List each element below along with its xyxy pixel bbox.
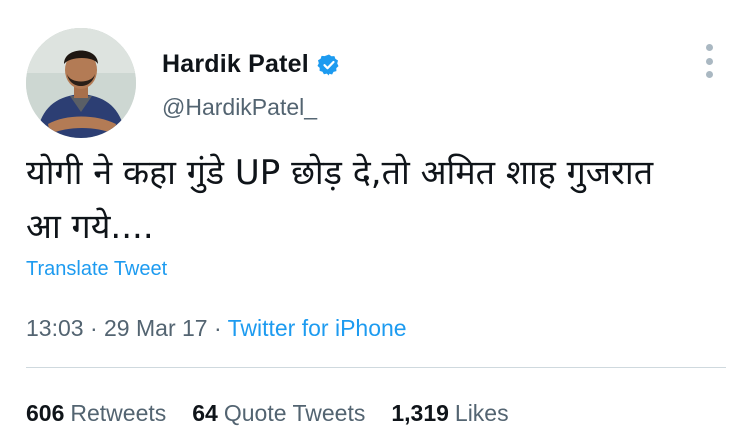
more-dot — [705, 71, 713, 78]
quote-tweets-stat[interactable]: 64 Quote Tweets — [192, 400, 365, 427]
translate-tweet-link[interactable]: Translate Tweet — [26, 258, 167, 281]
more-vertical-icon[interactable] — [698, 44, 720, 78]
more-dot — [705, 44, 713, 51]
divider — [26, 367, 726, 368]
tweet-stats: 606 Retweets 64 Quote Tweets 1,319 Likes — [26, 400, 509, 427]
meta-separator: · — [207, 315, 228, 341]
likes-stat[interactable]: 1,319 Likes — [391, 400, 508, 427]
likes-count: 1,319 — [391, 400, 449, 426]
author-display-name[interactable]: Hardik Patel — [162, 50, 309, 79]
author-handle[interactable]: @HardikPatel_ — [162, 94, 317, 121]
tweet-time[interactable]: 13:03 — [26, 315, 84, 341]
tweet-text: योगी ने कहा गुंडे UP छोड़ दे,तो अमित शाह… — [26, 146, 736, 254]
tweet-meta: 13:03 · 29 Mar 17 · Twitter for iPhone — [26, 315, 407, 342]
tweet-card: Hardik Patel @HardikPatel_ योगी ने कहा ग… — [0, 0, 750, 444]
tweet-source-link[interactable]: Twitter for iPhone — [228, 315, 407, 341]
quote-tweets-count: 64 — [192, 400, 218, 426]
likes-label: Likes — [454, 400, 509, 426]
meta-separator: · — [83, 315, 105, 341]
tweet-text-line: योगी ने कहा गुंडे UP छोड़ दे,तो अमित शाह… — [26, 153, 654, 193]
tweet-text-line: आ गये.... — [26, 207, 154, 247]
verified-badge-icon — [317, 53, 341, 77]
tweet-date[interactable]: 29 Mar 17 — [104, 315, 208, 341]
avatar-photo — [26, 28, 136, 138]
quote-tweets-label: Quote Tweets — [223, 400, 366, 426]
author-name-row: Hardik Patel — [162, 50, 341, 79]
avatar[interactable] — [26, 28, 136, 138]
more-dot — [705, 57, 713, 65]
retweets-stat[interactable]: 606 Retweets — [26, 400, 166, 427]
retweets-label: Retweets — [70, 400, 167, 426]
retweets-count: 606 — [26, 400, 65, 426]
